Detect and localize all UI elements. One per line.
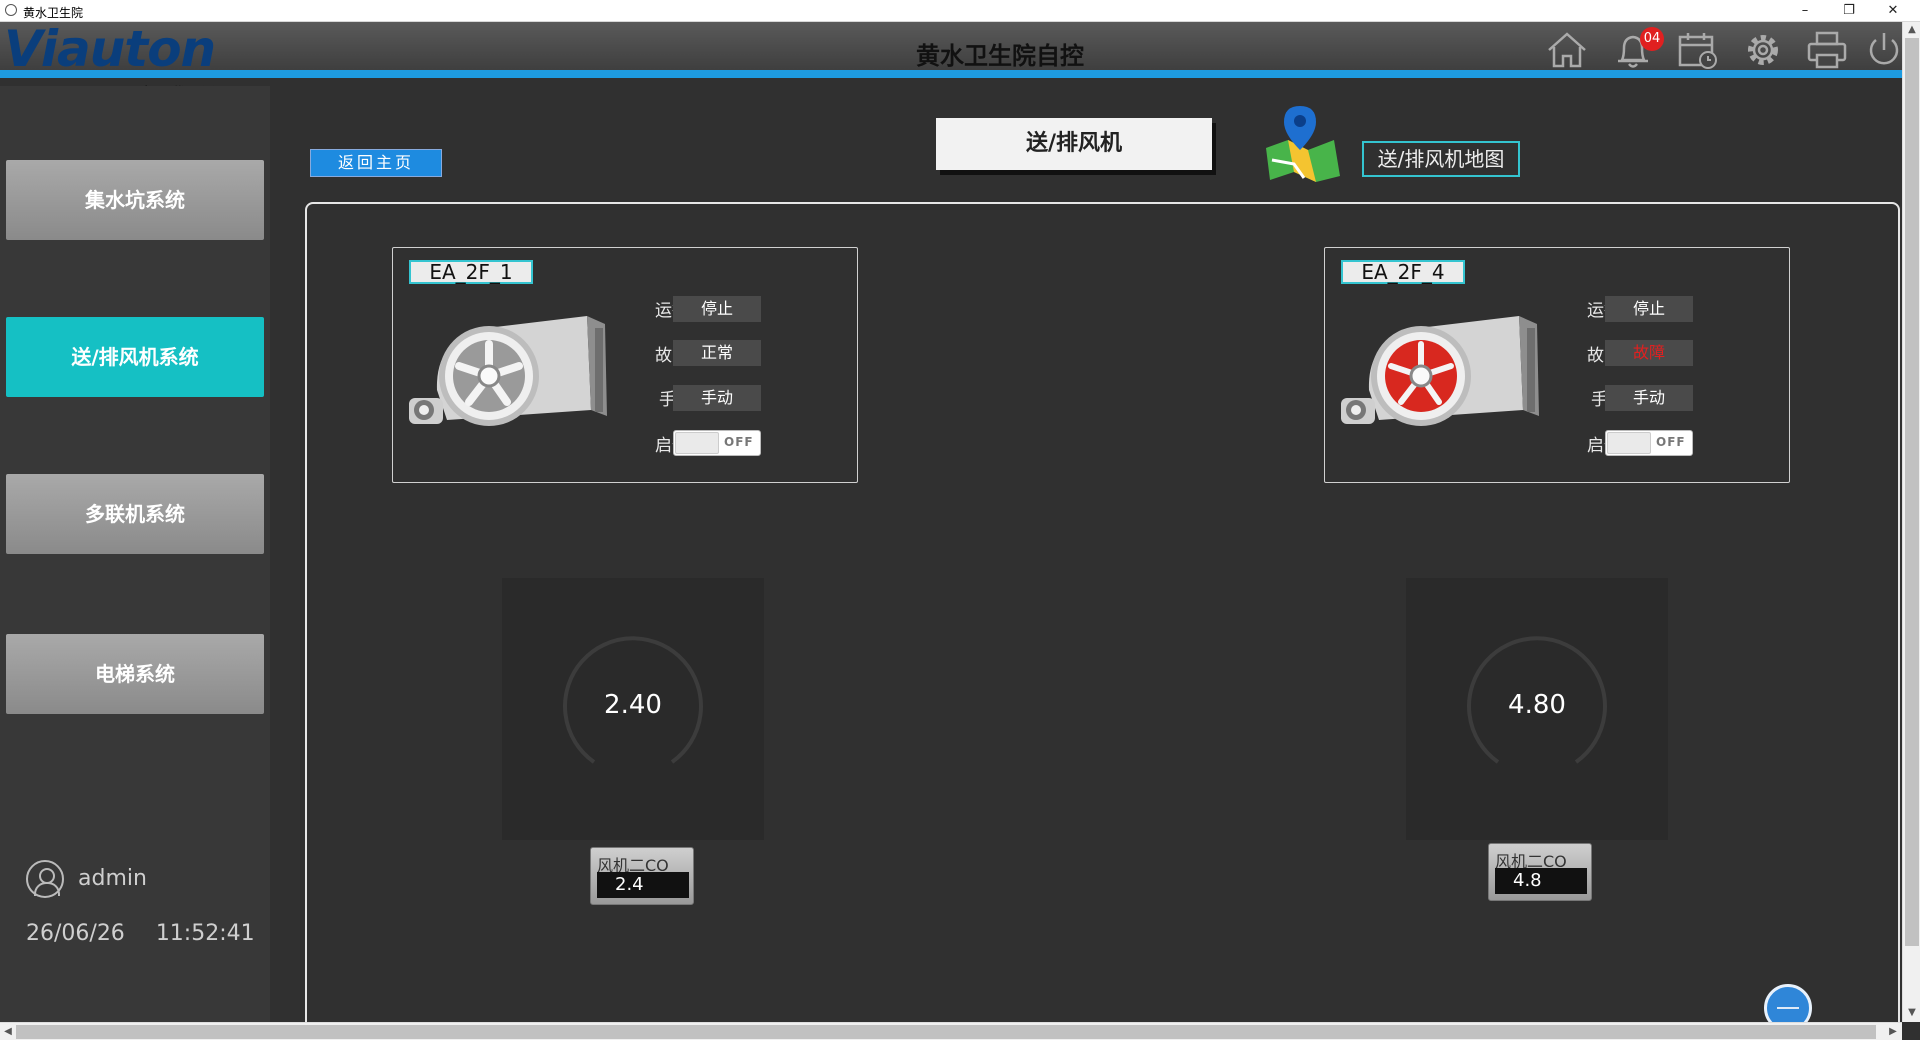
fan-card-ea-2f-4: EA_2F_4 运行状态 停止 故障状态 故障 手 / 自动 手动 启停控制 O… xyxy=(1324,247,1790,483)
page-title: 送/排风机 xyxy=(936,118,1212,170)
alarm-count-badge: 04 xyxy=(1640,27,1664,51)
scroll-up-icon[interactable]: ▲ xyxy=(1905,23,1919,37)
calendar-icon[interactable] xyxy=(1674,28,1720,72)
company-logo: Viauton —相 优 通— xyxy=(4,20,244,101)
fan-card-ea-2f-1: EA_2F_1 运行状态 停止 故障状态 正常 手 / 自动 手动 启停控制 O… xyxy=(392,247,858,483)
co-gauge-2: 4.80 xyxy=(1406,578,1668,840)
window-titlebar: 黄水卫生院 – ❐ ✕ xyxy=(0,0,1920,22)
toggle-state: OFF xyxy=(724,435,754,449)
co-readout-1: 风机二CO 2.4 xyxy=(590,847,694,905)
toggle-knob xyxy=(675,432,719,454)
sidebar-item-sump-system[interactable]: 集水坑系统 xyxy=(6,160,264,240)
sensor-value: 2.4 xyxy=(597,872,689,898)
fan-name: EA_2F_1 xyxy=(409,260,533,284)
fan-name: EA_2F_4 xyxy=(1341,260,1465,284)
app-icon xyxy=(5,4,17,16)
current-date: 26/06/26 xyxy=(26,921,125,946)
scroll-left-icon[interactable]: ◀ xyxy=(1,1025,15,1039)
back-home-button[interactable]: 返回主页 xyxy=(310,149,442,177)
gauge-value: 2.40 xyxy=(604,690,662,720)
current-time: 11:52:41 xyxy=(155,921,255,946)
minimize-button[interactable]: – xyxy=(1790,2,1820,20)
fan-map-link[interactable]: 送/排风机地图 xyxy=(1362,141,1520,177)
home-icon[interactable] xyxy=(1544,28,1590,72)
vertical-scrollbar[interactable]: ▲ ▼ xyxy=(1902,22,1920,1022)
sidebar-item-fan-system[interactable]: 送/排风机系统 xyxy=(6,317,264,397)
scroll-right-icon[interactable]: ▶ xyxy=(1886,1025,1900,1039)
user-info: admin xyxy=(26,860,256,900)
logo-brand: Viauton xyxy=(4,20,216,78)
power-icon[interactable] xyxy=(1864,28,1900,72)
username: admin xyxy=(78,866,147,891)
mode-value: 手动 xyxy=(1605,385,1693,411)
start-stop-toggle[interactable]: OFF xyxy=(673,430,761,456)
vertical-scroll-thumb[interactable] xyxy=(1905,38,1919,946)
fault-status-value: 正常 xyxy=(673,340,761,366)
fan-unit-fault-icon xyxy=(1341,316,1539,426)
mode-value: 手动 xyxy=(673,385,761,411)
start-stop-toggle[interactable]: OFF xyxy=(1605,430,1693,456)
map-icon[interactable] xyxy=(1264,104,1344,184)
current-datetime: 26/06/26 11:52:41 xyxy=(26,921,279,946)
scroll-down-icon[interactable]: ▼ xyxy=(1905,1006,1919,1020)
run-status-value: 停止 xyxy=(673,296,761,322)
run-status-value: 停止 xyxy=(1605,296,1693,322)
horizontal-scrollbar[interactable]: ◀ ▶ xyxy=(0,1022,1902,1040)
co-readout-2: 风机二CO 4.8 xyxy=(1488,843,1592,901)
horizontal-scroll-thumb[interactable] xyxy=(16,1025,1876,1039)
toggle-knob xyxy=(1607,432,1651,454)
printer-icon[interactable] xyxy=(1804,28,1850,72)
gauge-value: 4.80 xyxy=(1508,690,1566,720)
window-title: 黄水卫生院 xyxy=(23,6,84,20)
close-button[interactable]: ✕ xyxy=(1878,2,1908,20)
app-title: 黄水卫生院自控 xyxy=(916,42,1084,70)
toggle-state: OFF xyxy=(1656,435,1686,449)
restore-button[interactable]: ❐ xyxy=(1834,2,1864,20)
gear-icon[interactable] xyxy=(1740,28,1786,72)
sensor-value: 4.8 xyxy=(1495,868,1587,894)
co-gauge-1: 2.40 xyxy=(502,578,764,840)
user-avatar-icon xyxy=(26,860,64,898)
fault-status-value: 故障 xyxy=(1605,340,1693,366)
sidebar-item-elevator-system[interactable]: 电梯系统 xyxy=(6,634,264,714)
fan-unit-icon xyxy=(409,316,607,426)
sidebar-item-vrf-system[interactable]: 多联机系统 xyxy=(6,474,264,554)
